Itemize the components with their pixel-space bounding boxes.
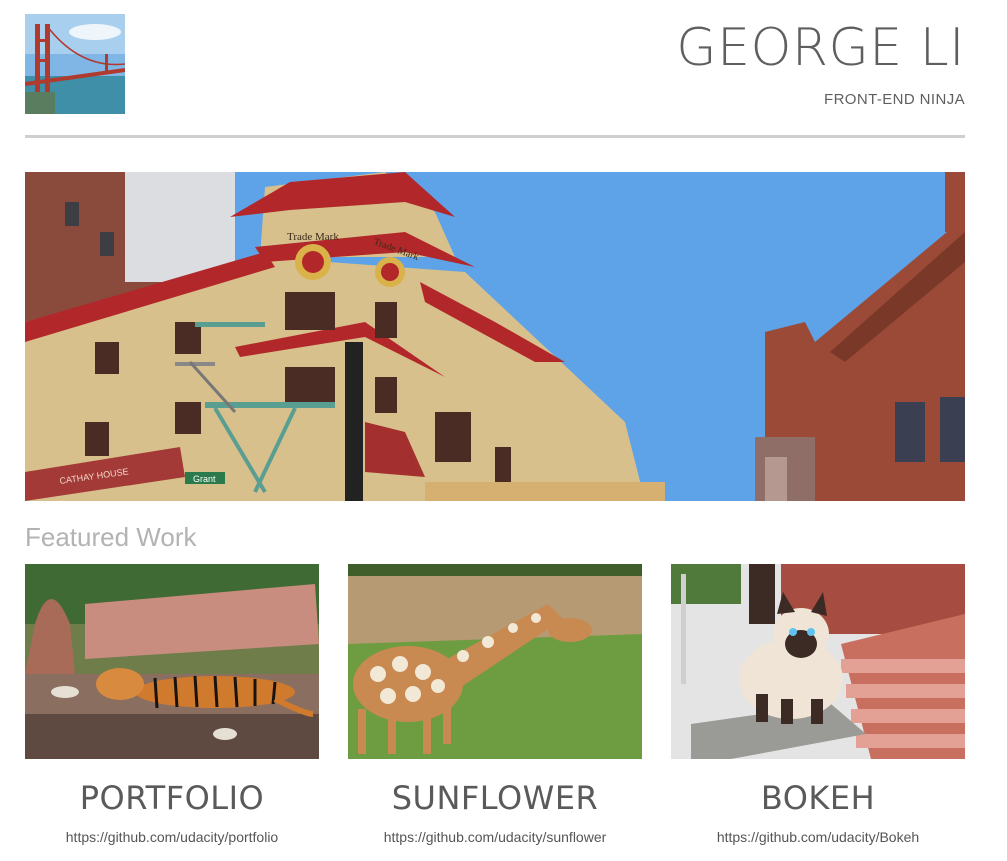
project-link[interactable]: https://github.com/udacity/portfolio bbox=[25, 829, 319, 845]
hero-image: Trade Mark Trade Mark CATHAY HOUSE Grant bbox=[25, 172, 965, 501]
featured-work-heading: Featured Work bbox=[25, 522, 197, 552]
project-title: PORTFOLIO bbox=[79, 779, 265, 817]
project-card-sunflower: SUNFLOWER https://github.com/udacity/sun… bbox=[348, 564, 642, 845]
project-card-bokeh: BOKEH https://github.com/udacity/Bokeh bbox=[671, 564, 965, 845]
street-sign: Grant bbox=[193, 474, 216, 484]
project-title: BOKEH bbox=[760, 779, 876, 817]
chinatown-building-photo: Trade Mark Trade Mark CATHAY HOUSE Grant bbox=[25, 172, 965, 501]
golden-gate-bridge-icon bbox=[25, 14, 125, 114]
project-title: SUNFLOWER bbox=[391, 779, 599, 817]
project-link[interactable]: https://github.com/udacity/Bokeh bbox=[671, 829, 965, 845]
project-thumbnail[interactable] bbox=[348, 564, 642, 759]
giraffe-photo bbox=[348, 564, 642, 759]
tiger-photo bbox=[25, 564, 319, 759]
site-owner-name: GEORGE LI bbox=[676, 18, 965, 78]
logo-image[interactable] bbox=[25, 14, 125, 114]
project-thumbnail[interactable] bbox=[25, 564, 319, 759]
cat-photo bbox=[671, 564, 965, 759]
project-thumbnail[interactable] bbox=[671, 564, 965, 759]
project-card-portfolio: PORTFOLIO https://github.com/udacity/por… bbox=[25, 564, 319, 845]
tagline: FRONT-END NINJA bbox=[824, 91, 965, 108]
header-divider bbox=[25, 135, 965, 138]
sign-text: Trade Mark bbox=[287, 231, 339, 243]
project-link[interactable]: https://github.com/udacity/sunflower bbox=[348, 829, 642, 845]
